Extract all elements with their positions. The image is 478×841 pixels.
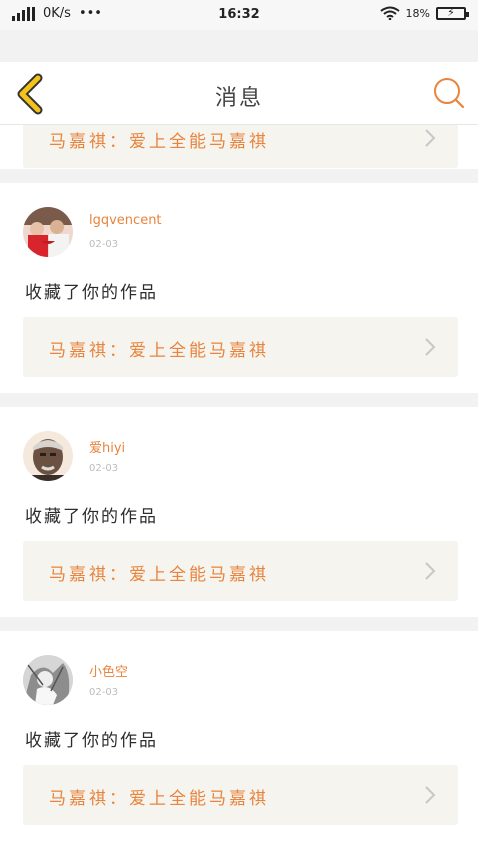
chevron-right-icon [425,562,436,580]
status-bar: 0K/s ••• 16:32 18% ⚡ [0,0,478,30]
message-feed: 马嘉祺：爱上全能马嘉祺 lgqvencent 02-03 收藏了你的作品 马嘉祺… [0,124,478,841]
avatar[interactable] [23,431,73,481]
work-link[interactable]: 马嘉祺：爱上全能马嘉祺 [23,765,458,825]
work-link[interactable]: 马嘉祺：爱上全能马嘉祺 [23,124,458,168]
work-link[interactable]: 马嘉祺：爱上全能马嘉祺 [23,541,458,601]
battery-percent: 18% [405,6,430,20]
avatar[interactable] [23,207,73,257]
message-card: 小色空 02-03 收藏了你的作品 马嘉祺：爱上全能马嘉祺 [0,631,478,841]
username[interactable]: lgqvencent [89,213,162,228]
search-icon[interactable] [432,76,466,110]
page-title: 消息 [214,86,263,111]
app-header: 消息 [0,62,478,125]
message-card: lgqvencent 02-03 收藏了你的作品 马嘉祺：爱上全能马嘉祺 [0,183,478,393]
username[interactable]: 小色空 [89,661,128,680]
avatar[interactable] [23,655,73,705]
work-title: 马嘉祺：爱上全能马嘉祺 [49,132,269,152]
action-text: 收藏了你的作品 [25,283,158,303]
battery-charging-icon: ⚡ [436,6,469,20]
action-text: 收藏了你的作品 [25,507,158,527]
message-date: 02-03 [89,463,119,474]
wifi-icon [379,6,400,20]
work-title: 马嘉祺：爱上全能马嘉祺 [49,789,269,809]
message-date: 02-03 [89,687,119,698]
chevron-right-icon [425,786,436,804]
chevron-right-icon [425,129,436,147]
status-right: 18% ⚡ [379,6,469,20]
work-title: 马嘉祺：爱上全能马嘉祺 [49,565,269,585]
action-text: 收藏了你的作品 [25,731,158,751]
message-date: 02-03 [89,239,119,250]
username[interactable]: 爱hiyi [89,437,125,456]
message-card: 马嘉祺：爱上全能马嘉祺 [0,124,478,169]
work-link[interactable]: 马嘉祺：爱上全能马嘉祺 [23,317,458,377]
chevron-right-icon [425,338,436,356]
work-title: 马嘉祺：爱上全能马嘉祺 [49,341,269,361]
message-card: 爱hiyi 02-03 收藏了你的作品 马嘉祺：爱上全能马嘉祺 [0,407,478,617]
